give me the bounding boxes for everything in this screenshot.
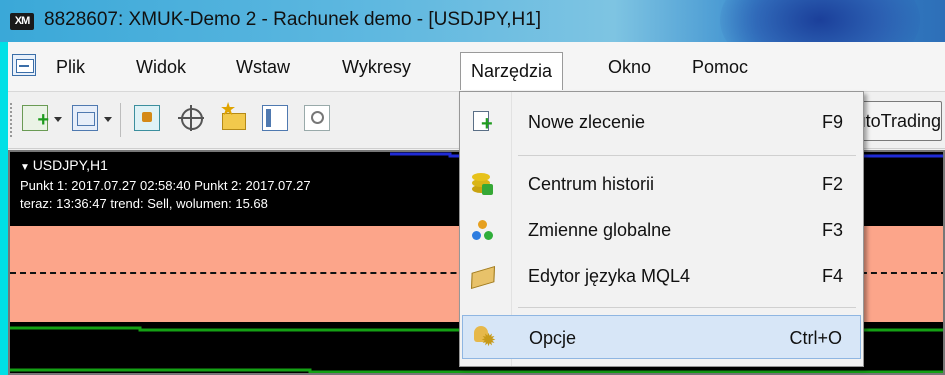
menu-item-history-center[interactable]: Centrum historii F2 xyxy=(462,162,861,206)
menu-item-new-order[interactable]: Nowe zlecenie F9 xyxy=(462,100,861,144)
menu-item-shortcut: Ctrl+O xyxy=(789,328,842,348)
menu-item-shortcut: F2 xyxy=(821,174,843,194)
app-logo-icon: XM xyxy=(10,13,34,30)
menu-window[interactable]: Okno xyxy=(604,42,655,92)
metaeditor-icon xyxy=(471,264,495,288)
new-chart-icon[interactable] xyxy=(22,105,49,131)
new-order-icon xyxy=(471,110,495,134)
menu-item-label: Centrum historii xyxy=(528,174,655,194)
autotrading-button[interactable]: AutoTrading xyxy=(858,101,942,141)
tools-dropdown-menu: Nowe zlecenie F9 Centrum historii F2 Zmi… xyxy=(459,91,864,367)
chart-info: USDJPY,H1 Punkt 1: 2017.07.27 02:58:40 P… xyxy=(20,156,311,213)
profiles-dropdown-icon[interactable] xyxy=(104,117,112,122)
profiles-icon[interactable] xyxy=(72,105,98,131)
window-title: 8828607: XMUK-Demo 2 - Rachunek demo - [… xyxy=(44,9,542,30)
menu-view[interactable]: Widok xyxy=(132,42,190,92)
menu-bar: Plik Widok Wstaw Wykresy Narzędzia Okno … xyxy=(8,42,945,92)
new-chart-dropdown-icon[interactable] xyxy=(54,117,62,122)
chart-symbol-label: USDJPY,H1 xyxy=(20,156,311,177)
menu-item-label: Nowe zlecenie xyxy=(528,112,646,132)
chart-points-label: Punkt 1: 2017.07.27 02:58:40 Punkt 2: 20… xyxy=(20,178,311,193)
market-watch-icon[interactable] xyxy=(134,105,160,131)
menu-item-shortcut: F4 xyxy=(821,266,843,286)
chart-trend-label: teraz: 13:36:47 trend: Sell, wolumen: 15… xyxy=(20,196,268,211)
strategy-tester-icon[interactable] xyxy=(304,105,330,131)
chart-window-icon[interactable] xyxy=(12,54,36,76)
menu-item-label: Edytor języka MQL4 xyxy=(528,266,691,286)
menu-separator xyxy=(518,307,856,308)
menu-item-label: Zmienne globalne xyxy=(528,220,672,240)
menu-item-options[interactable]: Opcje Ctrl+O xyxy=(462,315,861,359)
toolbar-grip[interactable] xyxy=(10,103,13,137)
crosshair-icon[interactable] xyxy=(178,105,204,131)
title-glow xyxy=(720,0,920,42)
menu-item-label: Opcje xyxy=(529,328,577,348)
menu-tools[interactable]: Narzędzia xyxy=(460,52,564,90)
menu-item-global-variables[interactable]: Zmienne globalne F3 xyxy=(462,208,861,252)
menu-insert[interactable]: Wstaw xyxy=(232,42,294,92)
title-bar: XM 8828607: XMUK-Demo 2 - Rachunek demo … xyxy=(0,0,945,42)
menu-help[interactable]: Pomoc xyxy=(688,42,752,92)
green-indicator-line-lower xyxy=(10,368,943,373)
menu-file[interactable]: Plik xyxy=(52,42,89,92)
terminal-panel-icon[interactable] xyxy=(262,105,288,131)
options-icon xyxy=(472,326,496,350)
menu-separator xyxy=(518,155,856,156)
menu-item-metaeditor[interactable]: Edytor języka MQL4 F4 xyxy=(462,254,861,298)
navigator-folder-icon[interactable] xyxy=(220,99,246,131)
menu-charts[interactable]: Wykresy xyxy=(338,42,415,92)
global-variables-icon xyxy=(471,218,495,242)
menu-item-shortcut: F3 xyxy=(821,220,843,240)
left-border-strip xyxy=(0,42,8,375)
history-center-icon xyxy=(471,172,495,196)
toolbar-separator xyxy=(120,103,121,137)
menu-item-shortcut: F9 xyxy=(821,112,843,132)
